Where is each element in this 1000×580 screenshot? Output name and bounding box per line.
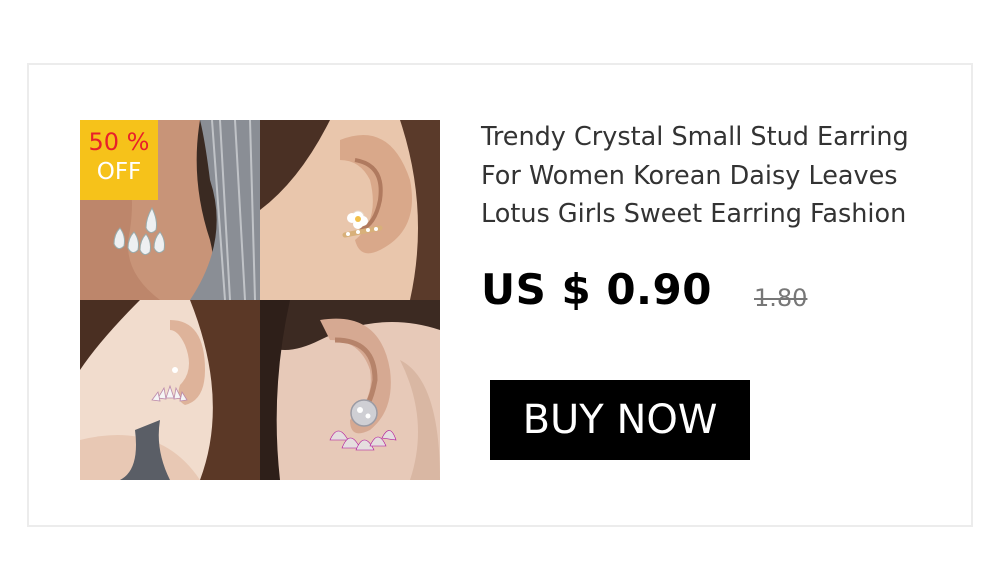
buy-now-button[interactable]: BUY NOW <box>490 380 750 460</box>
original-price: 1.80 <box>754 284 808 312</box>
sale-price: US $ 0.90 <box>481 265 712 314</box>
discount-off-label: OFF <box>96 159 142 185</box>
discount-badge: 50 % OFF <box>80 120 158 200</box>
product-title[interactable]: Trendy Crystal Small Stud Earring For Wo… <box>481 118 941 234</box>
discount-percent: 50 % <box>88 128 150 156</box>
product-photo-2[interactable] <box>260 120 440 300</box>
product-photo-4[interactable] <box>260 300 440 480</box>
product-photo-3[interactable] <box>80 300 260 480</box>
